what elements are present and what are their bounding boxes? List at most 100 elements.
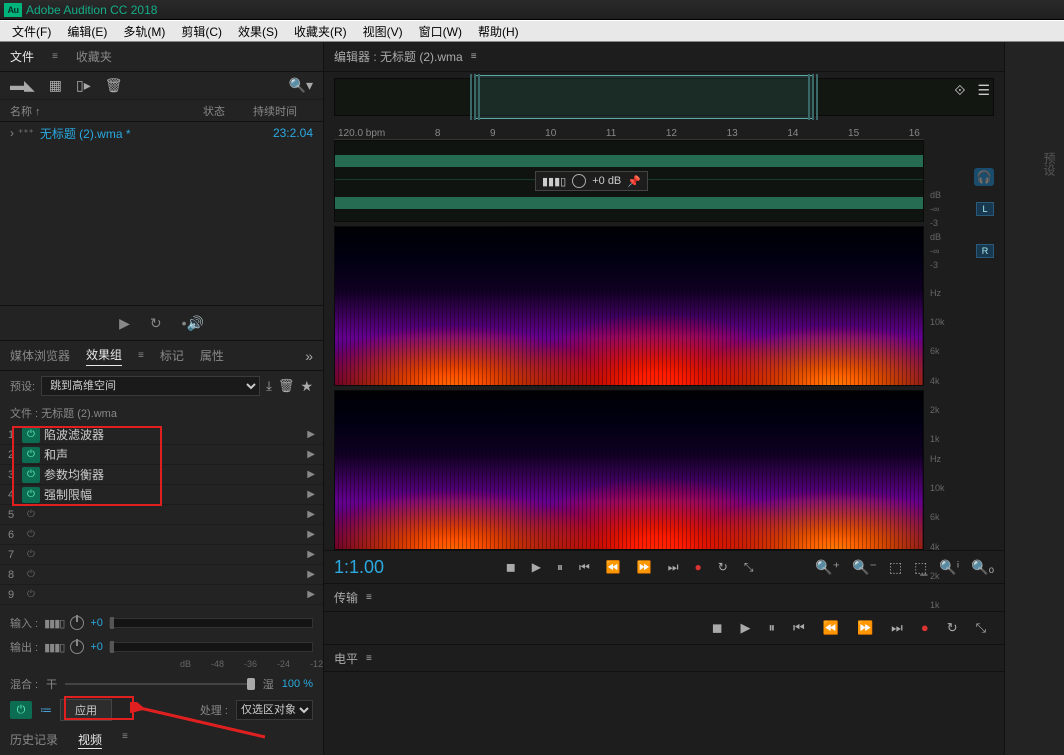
fx-arrow-icon[interactable]: ▶ [307, 549, 315, 560]
fx-power-button[interactable]: ⏻ [22, 547, 40, 563]
tab-properties[interactable]: 属性 [200, 347, 224, 364]
tab-video[interactable]: 视频 [78, 731, 102, 749]
output-knob[interactable] [70, 640, 84, 654]
input-meter[interactable] [109, 618, 313, 628]
overview-selection[interactable] [475, 75, 813, 119]
zoom-sel-icon[interactable]: ⬚̲ [914, 559, 927, 576]
list-view-icon[interactable]: ≔ [40, 703, 52, 717]
hud-pin-icon[interactable]: 📌 [627, 175, 641, 188]
to-start-button[interactable]: ⏮ [579, 560, 590, 575]
transfer-menu-icon[interactable]: ≡ [366, 592, 372, 603]
skip-selection-button[interactable]: ⤡ [744, 560, 754, 575]
menu-view[interactable]: 视图(V) [355, 23, 411, 40]
fx-power-button[interactable]: ⏻ [22, 567, 40, 583]
forward-button[interactable]: ⏩ [637, 560, 652, 574]
process-select[interactable]: 仅选区对象 [236, 700, 313, 720]
fx-slot[interactable]: 3⏻参数均衡器▶ [0, 465, 323, 485]
mini-ffw[interactable]: ⏩ [857, 620, 873, 636]
editor-menu-icon[interactable]: ≡ [471, 51, 477, 62]
level-menu-icon[interactable]: ≡ [366, 653, 372, 664]
insert-icon[interactable]: ▯▸ [76, 77, 91, 94]
tab-media-browser[interactable]: 媒体浏览器 [10, 347, 70, 364]
file-row[interactable]: › ⁺⁺⁺ 无标题 (2).wma * 23:2.04 [0, 122, 323, 144]
waveform-display[interactable]: ▮▮▮▯ +0 dB 📌 [334, 140, 924, 222]
zoom-full-icon[interactable]: ⬚ [889, 559, 902, 576]
spectrogram-l[interactable] [334, 226, 924, 386]
tab-video-menu-icon[interactable]: ≡ [122, 731, 128, 749]
record-button[interactable]: ● [695, 560, 702, 574]
save-preset-icon[interactable]: ⤓ [266, 378, 272, 394]
disclosure-icon[interactable]: › [10, 126, 14, 140]
preset-sidebar-label[interactable]: 预设 [1041, 152, 1058, 176]
fx-arrow-icon[interactable]: ▶ [307, 529, 315, 540]
output-meter[interactable] [109, 642, 313, 652]
hud-overlay[interactable]: ▮▮▮▯ +0 dB 📌 [535, 171, 648, 191]
zoom-out-icon[interactable]: 🔍⁻ [852, 559, 877, 576]
loop-button[interactable]: ↻ [718, 560, 728, 574]
favorite-icon[interactable]: ★ [300, 378, 313, 395]
fx-arrow-icon[interactable]: ▶ [307, 569, 315, 580]
apply-button[interactable]: 应用 [60, 699, 112, 721]
mini-stop[interactable]: ◼ [712, 620, 723, 636]
mini-pause[interactable]: ⏸ [769, 620, 776, 636]
input-knob[interactable] [70, 616, 84, 630]
channel-r-badge[interactable]: R [976, 244, 994, 258]
fx-power-button[interactable]: ⏻ [22, 527, 40, 543]
zoom-out-point-icon[interactable]: 🔍ₒ [971, 559, 994, 576]
search-icon[interactable]: 🔍▾ [289, 77, 313, 94]
rewind-button[interactable]: ⏪ [606, 560, 621, 574]
tab-rack-menu-icon[interactable]: ≡ [138, 350, 144, 361]
fx-slot[interactable]: 9⏻▶ [0, 585, 323, 605]
tab-markers[interactable]: 标记 [160, 347, 184, 364]
tab-files[interactable]: 文件 [10, 48, 34, 65]
menu-edit[interactable]: 编辑(E) [59, 23, 115, 40]
delete-preset-icon[interactable]: 🗑 [278, 378, 295, 394]
to-end-button[interactable]: ⏭ [668, 560, 679, 575]
tab-favorites[interactable]: 收藏夹 [76, 48, 112, 65]
pan-spectral-icon[interactable]: ⟐ [954, 82, 965, 99]
mini-skip[interactable]: ⤡ [976, 620, 986, 636]
timeline-ruler[interactable]: 120.0 bpm 8 9 10 11 12 13 14 15 16 [334, 122, 924, 140]
col-duration[interactable]: 持续时间 [253, 103, 313, 119]
tab-effects-rack[interactable]: 效果组 [86, 346, 122, 366]
fx-slot[interactable]: 7⏻▶ [0, 545, 323, 565]
fx-slot[interactable]: 1⏻陷波滤波器▶ [0, 425, 323, 445]
mini-end[interactable]: ⏭ [891, 620, 903, 636]
zoom-in-icon[interactable]: 🔍⁺ [815, 559, 840, 576]
fx-power-button[interactable]: ⏻ [22, 487, 40, 503]
tab-files-menu-icon[interactable]: ≡ [52, 51, 58, 62]
channel-l-badge[interactable]: L [976, 202, 994, 216]
headphone-icon[interactable]: 🎧 [974, 168, 994, 186]
overview-track[interactable] [334, 78, 994, 116]
fx-slot[interactable]: 8⏻▶ [0, 565, 323, 585]
panel-overflow-icon[interactable]: » [305, 348, 313, 364]
menu-multitrack[interactable]: 多轨(M) [115, 23, 173, 40]
hud-knob[interactable] [572, 174, 586, 188]
stop-button[interactable]: ◼ [506, 560, 516, 574]
col-status[interactable]: 状态 [203, 103, 253, 119]
fx-power-button[interactable]: ⏻ [22, 467, 40, 483]
fx-arrow-icon[interactable]: ▶ [307, 589, 315, 600]
fx-arrow-icon[interactable]: ▶ [307, 449, 315, 460]
fx-slot[interactable]: 4⏻强制限幅▶ [0, 485, 323, 505]
tab-history[interactable]: 历史记录 [10, 731, 58, 749]
menu-effect[interactable]: 效果(S) [230, 23, 286, 40]
spectrogram-r[interactable] [334, 390, 924, 550]
open-file-icon[interactable]: ▬◣ [10, 77, 35, 94]
list-icon[interactable]: ☰ [977, 82, 990, 99]
loop-icon[interactable]: ↻ [150, 315, 162, 332]
fx-power-button[interactable]: ⏻ [22, 427, 40, 443]
fx-power-button[interactable]: ⏻ [22, 507, 40, 523]
mini-record[interactable]: ● [921, 620, 929, 636]
mix-slider[interactable] [65, 683, 255, 685]
mini-play[interactable]: ▶ [741, 620, 751, 636]
fx-slot[interactable]: 6⏻▶ [0, 525, 323, 545]
menu-clip[interactable]: 剪辑(C) [173, 23, 230, 40]
trash-icon[interactable]: 🗑 [105, 77, 123, 94]
fx-arrow-icon[interactable]: ▶ [307, 469, 315, 480]
play-icon[interactable]: ▶ [119, 315, 130, 332]
mini-loop[interactable]: ↻ [947, 620, 958, 636]
menu-fav[interactable]: 收藏夹(R) [286, 23, 355, 40]
fx-slot[interactable]: 2⏻和声▶ [0, 445, 323, 465]
fx-arrow-icon[interactable]: ▶ [307, 509, 315, 520]
